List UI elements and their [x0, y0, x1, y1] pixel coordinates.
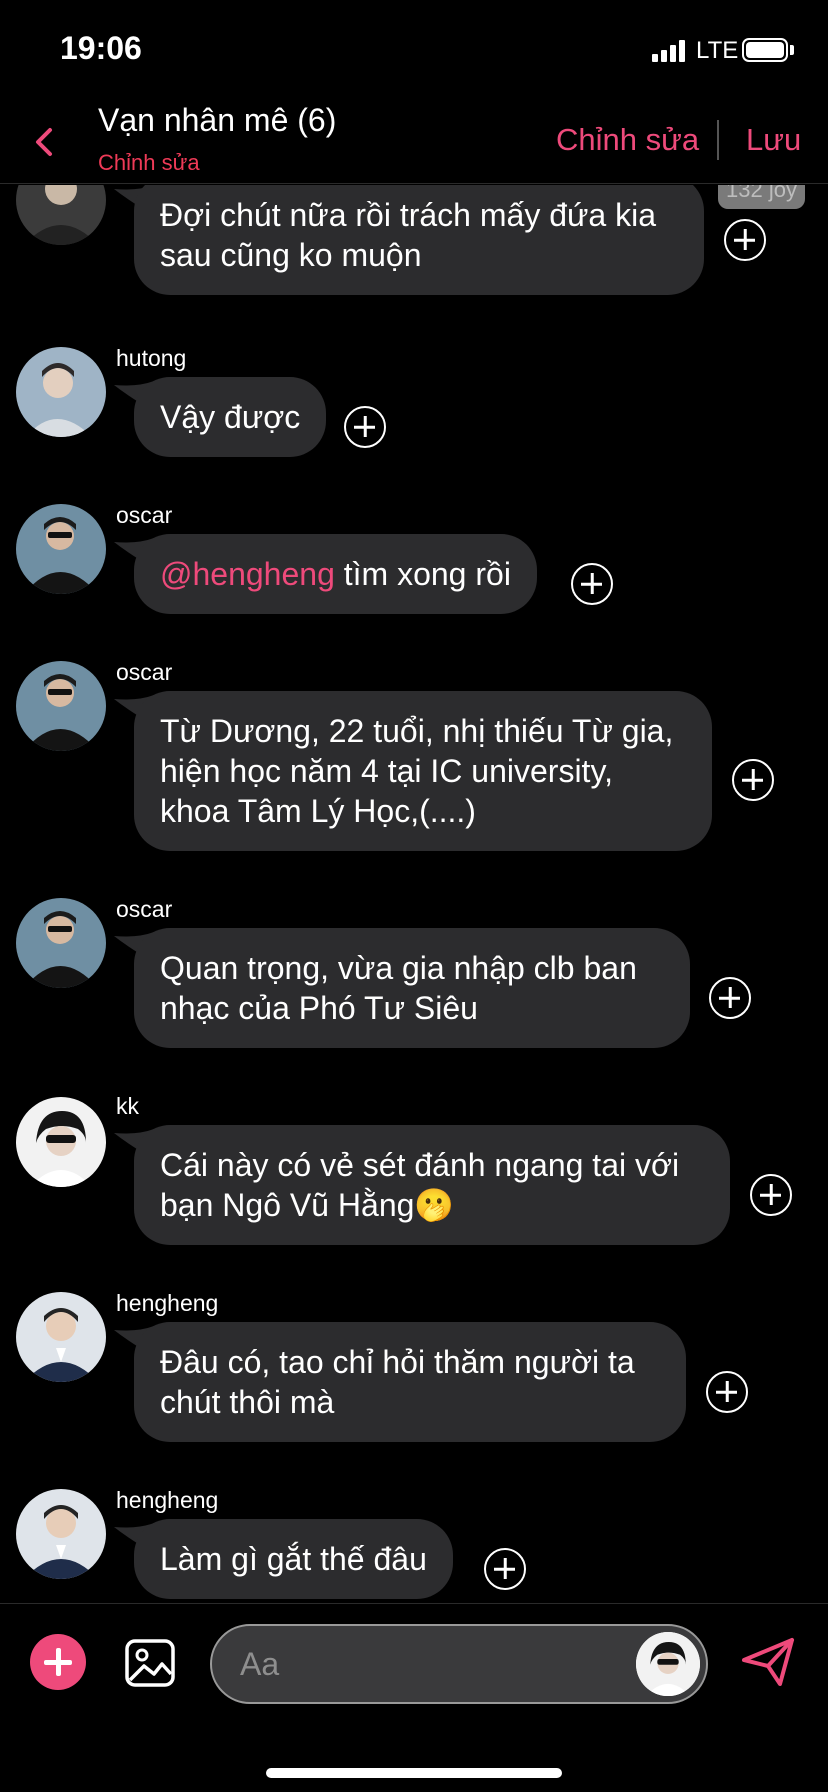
message-text: Đợi chút nữa rồi trách mấy đứa kia sau c…: [160, 197, 657, 273]
mention-link[interactable]: @hengheng: [160, 556, 335, 592]
react-plus-button[interactable]: [724, 219, 766, 261]
message-text: Cái này có vẻ sét đánh ngang tai với bạn…: [160, 1147, 680, 1223]
message-text: Từ Dương, 22 tuổi, nhị thiếu Từ gia, hiệ…: [160, 713, 674, 829]
message-bubble[interactable]: @hengheng tìm xong rồi: [134, 534, 537, 614]
message-item: Đợi chút nữa rồi trách mấy đứa kia sau c…: [0, 185, 828, 295]
avatar[interactable]: [16, 661, 106, 751]
header-divider: [717, 120, 719, 160]
joy-badge: 132 joy: [718, 185, 805, 209]
react-plus-button[interactable]: [732, 759, 774, 801]
message-input[interactable]: [240, 1640, 580, 1688]
home-indicator: [266, 1768, 562, 1778]
message-bubble[interactable]: Từ Dương, 22 tuổi, nhị thiếu Từ gia, hiệ…: [134, 691, 712, 851]
message-item: oscar Quan trọng, vừa gia nhập clb ban n…: [0, 896, 828, 1056]
sender-name: kk: [116, 1093, 139, 1119]
chat-subtitle[interactable]: Chỉnh sửa: [98, 150, 200, 176]
network-label: LTE: [696, 37, 739, 64]
sender-name: oscar: [116, 502, 173, 528]
message-item: oscar @hengheng tìm xong rồi: [0, 502, 828, 642]
avatar[interactable]: [16, 898, 106, 988]
message-bubble[interactable]: Đâu có, tao chỉ hỏi thăm người ta chút t…: [134, 1322, 686, 1442]
message-text: tìm xong rồi: [334, 556, 511, 592]
react-plus-button[interactable]: [571, 563, 613, 605]
status-bar: 19:06 LTE: [0, 0, 828, 100]
avatar[interactable]: [16, 1489, 106, 1579]
message-list[interactable]: Đợi chút nữa rồi trách mấy đứa kia sau c…: [0, 185, 828, 1602]
save-button[interactable]: Lưu: [746, 122, 801, 158]
battery-icon: [742, 38, 788, 62]
react-plus-button[interactable]: [709, 977, 751, 1019]
status-time: 19:06: [60, 30, 142, 66]
message-item: kk Cái này có vẻ sét đánh ngang tai với …: [0, 1093, 828, 1253]
message-item: hutong Vậy được: [0, 345, 828, 485]
react-plus-button[interactable]: [344, 406, 386, 448]
chat-title[interactable]: Vạn nhân mê (6): [98, 102, 336, 139]
signal-icon: [652, 38, 688, 62]
react-plus-button[interactable]: [484, 1548, 526, 1590]
sender-name: oscar: [116, 896, 173, 922]
sender-name: hutong: [116, 345, 187, 371]
avatar[interactable]: [16, 185, 106, 245]
sender-name: oscar: [116, 659, 173, 685]
message-item: hengheng Đâu có, tao chỉ hỏi thăm người …: [0, 1290, 828, 1450]
avatar[interactable]: [16, 1097, 106, 1187]
message-bubble[interactable]: Cái này có vẻ sét đánh ngang tai với bạn…: [134, 1125, 730, 1245]
chat-header: Vạn nhân mê (6) Chỉnh sửa Chỉnh sửa Lưu: [0, 100, 828, 184]
avatar[interactable]: [16, 1292, 106, 1382]
gallery-icon[interactable]: [124, 1638, 176, 1688]
react-plus-button[interactable]: [750, 1174, 792, 1216]
sender-name: hengheng: [116, 1487, 219, 1513]
message-item: hengheng Làm gì gắt thế đâu: [0, 1487, 828, 1602]
back-chevron-icon[interactable]: [30, 122, 60, 162]
message-bubble[interactable]: Đợi chút nữa rồi trách mấy đứa kia sau c…: [134, 185, 704, 295]
message-item: oscar Từ Dương, 22 tuổi, nhị thiếu Từ gi…: [0, 659, 828, 859]
message-bubble[interactable]: Quan trọng, vừa gia nhập clb ban nhạc củ…: [134, 928, 690, 1048]
edit-button[interactable]: Chỉnh sửa: [556, 122, 699, 158]
react-plus-button[interactable]: [706, 1371, 748, 1413]
message-text: Làm gì gắt thế đâu: [160, 1541, 427, 1577]
message-input-wrapper[interactable]: [210, 1624, 708, 1704]
send-icon[interactable]: [740, 1634, 796, 1690]
message-text: Vậy được: [160, 399, 301, 435]
add-attachment-button[interactable]: [30, 1634, 86, 1690]
sender-name: hengheng: [116, 1290, 219, 1316]
persona-avatar[interactable]: [636, 1632, 700, 1696]
message-bubble[interactable]: Làm gì gắt thế đâu: [134, 1519, 453, 1599]
battery-tip: [790, 45, 794, 55]
avatar[interactable]: [16, 504, 106, 594]
message-text: Quan trọng, vừa gia nhập clb ban nhạc củ…: [160, 950, 637, 1026]
message-text: Đâu có, tao chỉ hỏi thăm người ta chút t…: [160, 1344, 635, 1420]
message-bubble[interactable]: Vậy được: [134, 377, 327, 457]
composer-bar: [0, 1603, 828, 1792]
avatar[interactable]: [16, 347, 106, 437]
